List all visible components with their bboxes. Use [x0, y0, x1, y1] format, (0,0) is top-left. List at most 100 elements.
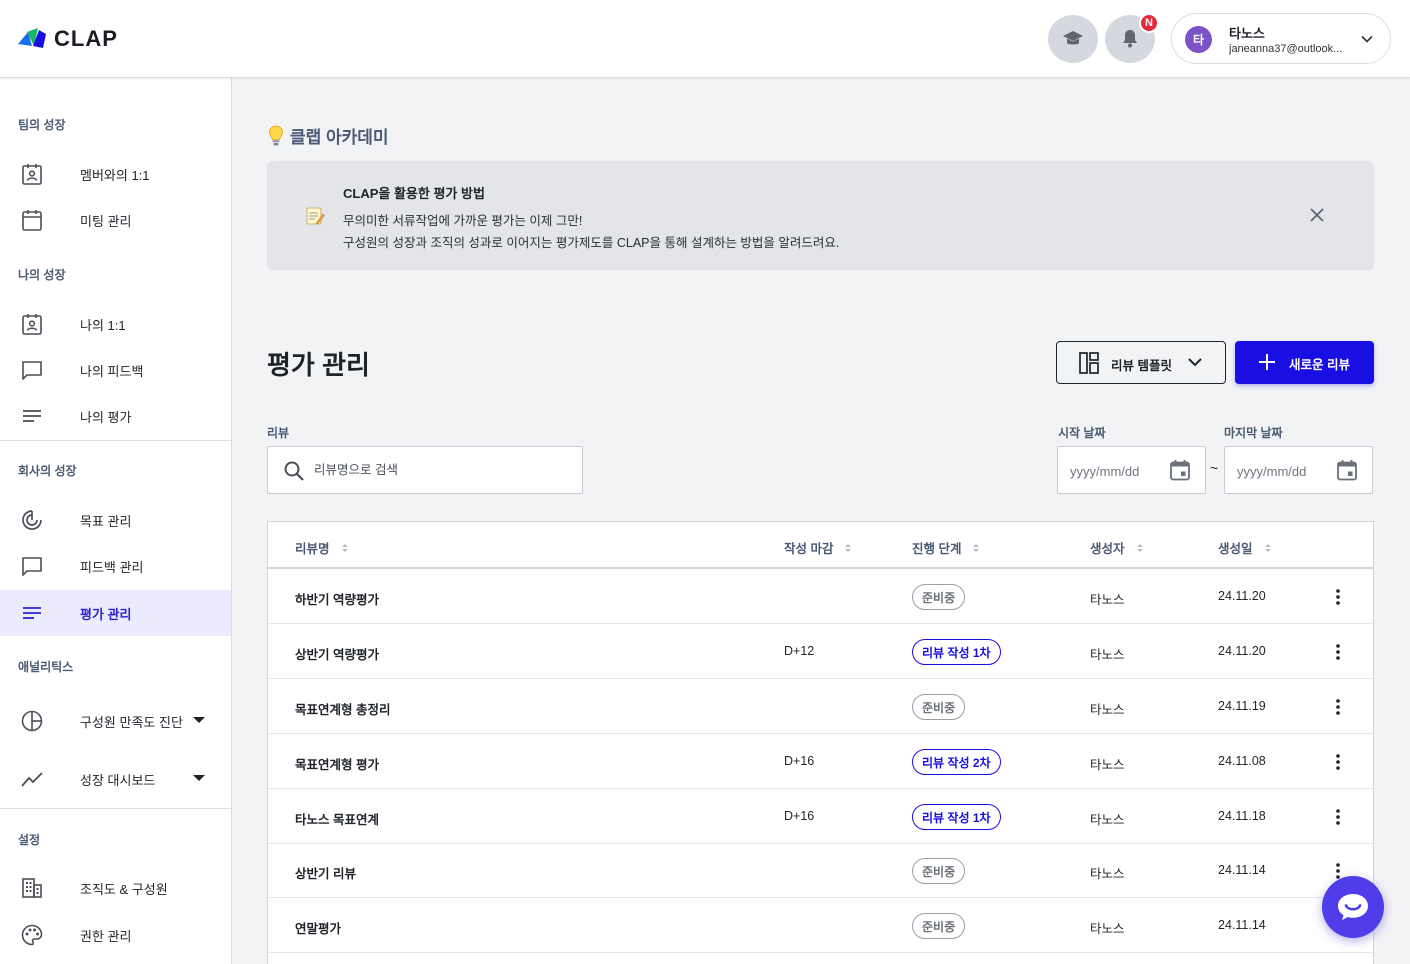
- sort-icon[interactable]: [845, 543, 852, 552]
- more-vertical-icon[interactable]: [1328, 752, 1348, 772]
- column-header-label: 생성일: [1218, 542, 1253, 556]
- table-row[interactable]: 타노스 목표연계 D+16 리뷰 작성 1차 타노스 24.11.18: [268, 789, 1373, 844]
- graduation-cap-icon: [1063, 31, 1083, 45]
- notification-button[interactable]: N: [1105, 13, 1159, 63]
- sidebar-item-my-review[interactable]: 나의 평가: [0, 393, 231, 439]
- status-badge: 준비중: [912, 584, 966, 610]
- sidebar-item-goals[interactable]: 목표 관리: [0, 497, 231, 543]
- end-date-label: 마지막 날짜: [1224, 426, 1283, 440]
- review-created-date: 24.11.14: [1218, 918, 1266, 932]
- sidebar-divider: [0, 440, 231, 441]
- table-row[interactable]: 연말평가 준비중 타노스 24.11.14: [268, 898, 1373, 953]
- user-menu[interactable]: 타 타노스 janeanna37@outlook...: [1171, 13, 1391, 64]
- sidebar-item-org-chart[interactable]: 조직도 & 구성원: [0, 865, 231, 911]
- review-creator: 타노스: [1090, 922, 1125, 936]
- review-created-date: 24.11.08: [1218, 754, 1266, 768]
- review-name[interactable]: 하반기 역량평가: [295, 589, 379, 608]
- review-creator: 타노스: [1090, 648, 1125, 662]
- more-vertical-icon[interactable]: [1328, 807, 1348, 827]
- caret-down-icon[interactable]: [193, 775, 205, 781]
- new-review-button[interactable]: 새로운 리뷰: [1235, 341, 1374, 384]
- review-name[interactable]: 상반기 리뷰: [295, 863, 356, 882]
- sort-icon[interactable]: [973, 543, 980, 552]
- sort-icon[interactable]: [1136, 543, 1143, 552]
- sort-icon[interactable]: [1264, 543, 1271, 552]
- top-header: CLAP N 타 타노스 janeanna37@outlook...: [0, 0, 1410, 78]
- column-header-creator[interactable]: 생성자: [1090, 538, 1143, 557]
- trend-line-icon: [21, 772, 43, 787]
- review-search-field[interactable]: [267, 446, 583, 494]
- start-date-label: 시작 날짜: [1058, 426, 1106, 440]
- sidebar-item-my-1on1[interactable]: 나의 1:1: [0, 301, 231, 347]
- sidebar-item-growth-dashboard[interactable]: 성장 대시보드: [0, 756, 231, 802]
- sidebar-section-company: 회사의 성장: [18, 464, 77, 478]
- lines-icon: [23, 410, 41, 422]
- status-badge: 준비중: [912, 913, 966, 939]
- close-icon[interactable]: [1308, 206, 1326, 224]
- review-name[interactable]: 연말평가: [295, 918, 341, 937]
- table-row[interactable]: 목표연계형 평가 D+16 리뷰 작성 2차 타노스 24.11.08: [268, 734, 1373, 789]
- calendar-icon[interactable]: [1169, 459, 1191, 481]
- start-date-field[interactable]: [1057, 446, 1206, 494]
- column-header-due[interactable]: 작성 마감: [784, 538, 852, 557]
- table-row[interactable]: 상반기 리뷰 준비중 타노스 24.11.14: [268, 843, 1373, 898]
- review-filter-label: 리뷰: [267, 426, 290, 440]
- chevron-down-icon: [1188, 358, 1202, 367]
- sidebar-item-label: 멤버와의 1:1: [80, 167, 150, 183]
- chat-support-button[interactable]: [1322, 876, 1384, 938]
- user-name: 타노스: [1229, 26, 1265, 41]
- banner-text-line: 구성원의 성장과 조직의 성과로 이어지는 평가제도를 CLAP을 통해 설계하…: [343, 236, 840, 250]
- sidebar-item-feedback-admin[interactable]: 피드백 관리: [0, 543, 231, 589]
- review-name[interactable]: 상반기 역량평가: [295, 644, 379, 663]
- review-template-button[interactable]: 리뷰 템플릿: [1056, 341, 1226, 384]
- plus-icon: [1259, 354, 1275, 370]
- clap-logo-icon: [18, 28, 46, 48]
- end-date-input[interactable]: [1237, 460, 1332, 482]
- review-name[interactable]: 타노스 목표연계: [295, 809, 379, 828]
- status-badge: 리뷰 작성 1차: [912, 804, 1001, 830]
- sidebar-section-settings: 설정: [18, 833, 41, 847]
- more-vertical-icon[interactable]: [1328, 587, 1348, 607]
- table-row[interactable]: 하반기 역량평가 준비중 타노스 24.11.20: [268, 569, 1373, 624]
- more-vertical-icon[interactable]: [1328, 697, 1348, 717]
- review-due: D+16: [784, 754, 815, 768]
- sidebar-section-analytics: 애널리틱스: [18, 660, 74, 674]
- calendar-icon[interactable]: [1336, 459, 1358, 481]
- sidebar-item-satisfaction[interactable]: 구성원 만족도 진단: [0, 698, 231, 744]
- academy-title: 클랩 아카데미: [290, 128, 389, 147]
- sidebar-item-label: 권한 관리: [80, 928, 132, 944]
- sort-icon[interactable]: [341, 543, 348, 552]
- end-date-field[interactable]: [1224, 446, 1373, 494]
- table-row[interactable]: 상반기 역량평가 D+12 리뷰 작성 1차 타노스 24.11.20: [268, 624, 1373, 679]
- review-created-date: 24.11.19: [1218, 699, 1266, 713]
- sidebar-item-review-admin[interactable]: 평가 관리: [0, 590, 231, 636]
- user-email: janeanna37@outlook...: [1229, 43, 1343, 55]
- academy-button[interactable]: [1048, 15, 1098, 63]
- pie-chart-icon: [21, 710, 43, 732]
- review-created-date: 24.11.14: [1218, 863, 1266, 877]
- column-header-created[interactable]: 생성일: [1218, 538, 1271, 557]
- review-name[interactable]: 목표연계형 평가: [295, 754, 379, 773]
- sidebar-item-meetings[interactable]: 미팅 관리: [0, 197, 231, 243]
- sidebar-item-my-feedback[interactable]: 나의 피드백: [0, 347, 231, 393]
- chat-bubble-icon: [22, 361, 42, 380]
- more-vertical-icon[interactable]: [1328, 642, 1348, 662]
- column-header-stage[interactable]: 진행 단계: [912, 538, 980, 557]
- sidebar-item-permissions[interactable]: 권한 관리: [0, 912, 231, 958]
- clap-logo[interactable]: CLAP: [18, 26, 118, 52]
- review-creator: 타노스: [1090, 867, 1125, 881]
- sidebar-item-member-1on1[interactable]: 멤버와의 1:1: [0, 151, 231, 197]
- avatar: 타: [1185, 26, 1212, 53]
- start-date-input[interactable]: [1070, 460, 1165, 482]
- column-header-name[interactable]: 리뷰명: [295, 538, 348, 557]
- table-row[interactable]: 목표연계형 총정리 준비중 타노스 24.11.19: [268, 679, 1373, 734]
- lines-icon: [23, 607, 41, 619]
- sidebar-item-label: 성장 대시보드: [80, 772, 156, 788]
- review-creator: 타노스: [1090, 593, 1125, 607]
- review-search-input[interactable]: [314, 459, 564, 481]
- caret-down-icon[interactable]: [193, 717, 205, 723]
- academy-banner[interactable]: CLAP을 활용한 평가 방법 무의미한 서류작업에 가까운 평가는 이제 그만…: [267, 161, 1374, 270]
- review-creator: 타노스: [1090, 703, 1125, 717]
- review-name[interactable]: 목표연계형 총정리: [295, 699, 390, 718]
- calendar-icon: [22, 210, 42, 231]
